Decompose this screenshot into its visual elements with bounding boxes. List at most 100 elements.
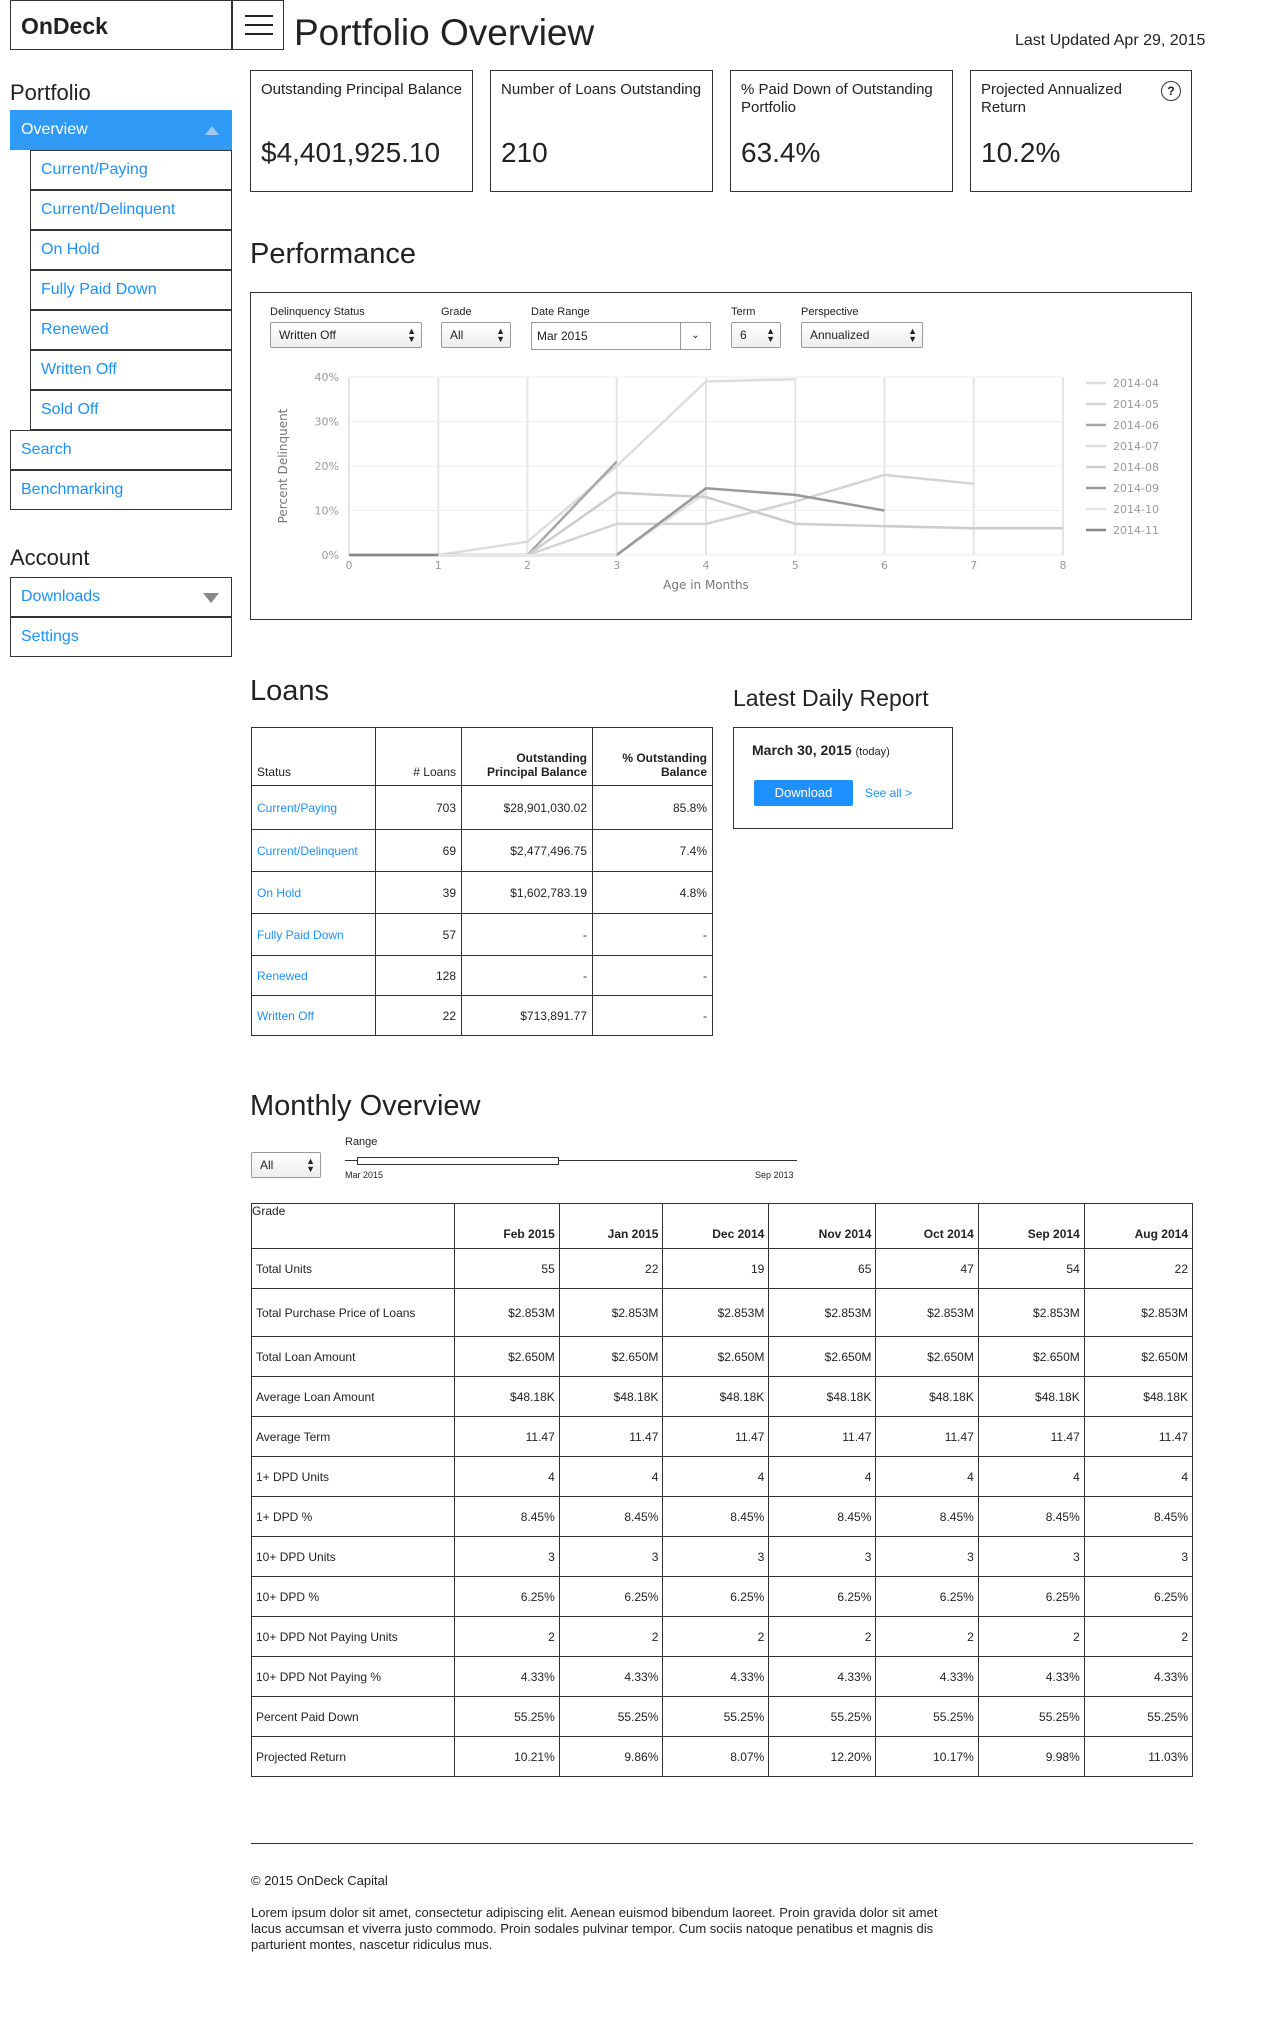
table-cell: 4 xyxy=(977,1456,1085,1497)
table-row: 10+ DPD Not Paying Units 2 2 2 2 2 2 2 xyxy=(251,1616,1194,1657)
sidebar-item-settings[interactable]: Settings xyxy=(10,617,232,657)
table-cell: $2.853M xyxy=(1083,1288,1194,1337)
row-label: Total Purchase Price of Loans xyxy=(251,1288,455,1337)
sidebar-item-renewed[interactable]: Renewed xyxy=(30,310,232,350)
select-value: All xyxy=(260,1158,274,1172)
loan-status-link[interactable]: Written Off xyxy=(251,995,376,1036)
select-value: Written Off xyxy=(279,328,336,342)
table-row: Percent Paid Down 55.25% 55.25% 55.25% 55.25… xyxy=(251,1696,1194,1737)
table-cell: 54 xyxy=(977,1248,1085,1289)
sidebar-item-current-delinquent[interactable]: Current/Delinquent xyxy=(30,190,232,230)
table-cell: $48.18K xyxy=(977,1376,1085,1417)
table-cell: 8.45% xyxy=(1083,1496,1194,1537)
table-cell: $2.853M xyxy=(454,1288,560,1337)
table-cell: 11.47 xyxy=(662,1416,770,1457)
download-button[interactable]: Download xyxy=(754,780,853,806)
table-cell: 19 xyxy=(662,1248,770,1289)
sidebar-item-current-paying[interactable]: Current/Paying xyxy=(30,150,232,190)
table-cell: 4 xyxy=(454,1456,560,1497)
date-range-input[interactable]: Mar 2015 ⌄ xyxy=(531,322,711,350)
loan-status-link[interactable]: Current/Delinquent xyxy=(251,829,376,872)
metric-value: 210 xyxy=(501,137,548,168)
collapse-up-icon[interactable] xyxy=(205,126,219,135)
table-cell: - xyxy=(461,913,593,956)
sidebar-item-overview[interactable]: Overview xyxy=(10,110,232,150)
table-cell: 3 xyxy=(662,1536,770,1577)
x-tick-label: 6 xyxy=(881,559,888,572)
table-cell: 9.98% xyxy=(977,1736,1085,1777)
x-tick-label: 4 xyxy=(703,559,710,572)
table-cell: 55 xyxy=(454,1248,560,1289)
expand-down-icon[interactable] xyxy=(203,593,219,603)
table-cell: 8.45% xyxy=(768,1496,877,1537)
sidebar-item-fully-paid-down[interactable]: Fully Paid Down xyxy=(30,270,232,310)
term-label: Term xyxy=(731,306,756,318)
month-column-header: Oct 2014 xyxy=(875,1203,979,1249)
table-cell: 6.25% xyxy=(662,1576,770,1617)
table-cell: $713,891.77 xyxy=(461,995,593,1036)
table-row: 10+ DPD Units 3 3 3 3 3 3 3 xyxy=(251,1536,1194,1577)
monthly-grade-select[interactable]: All ▲ ▼ xyxy=(251,1152,321,1178)
today-tag: (today) xyxy=(855,746,890,758)
report-date: March 30, 2015 (today) xyxy=(752,742,890,758)
metric-card-outstanding-principal: Outstanding Principal Balance $4,401,925… xyxy=(250,70,473,192)
logo[interactable]: OnDeck xyxy=(10,0,232,50)
table-cell: 39 xyxy=(375,871,462,914)
metric-label: Outstanding Principal Balance xyxy=(261,81,462,98)
table-cell: 3 xyxy=(1083,1536,1194,1577)
select-value: 6 xyxy=(740,328,747,342)
table-cell: 55.25% xyxy=(768,1696,877,1737)
x-tick-label: 8 xyxy=(1060,559,1067,572)
table-cell: 4.33% xyxy=(454,1656,560,1697)
loan-status-link[interactable]: Current/Paying xyxy=(251,785,376,830)
y-tick-label: 20% xyxy=(315,460,339,473)
x-tick-label: 2 xyxy=(524,559,531,572)
table-row: Total Units 55 22 19 65 47 54 22 xyxy=(251,1248,1194,1289)
chevron-down-icon[interactable]: ⌄ xyxy=(680,323,710,349)
table-cell: 55.25% xyxy=(454,1696,560,1737)
table-cell: 69 xyxy=(375,829,462,872)
row-label: 1+ DPD % xyxy=(251,1496,455,1537)
sidebar-item-downloads[interactable]: Downloads xyxy=(10,577,232,617)
sidebar-item-written-off[interactable]: Written Off xyxy=(30,350,232,390)
table-cell: 4.33% xyxy=(662,1656,770,1697)
sidebar-item-search[interactable]: Search xyxy=(10,430,232,470)
table-cell: 8.45% xyxy=(977,1496,1085,1537)
legend-entry: 2014-04 xyxy=(1113,377,1159,390)
x-tick-label: 0 xyxy=(346,559,353,572)
legend-entry: 2014-10 xyxy=(1113,503,1159,516)
help-icon[interactable]: ? xyxy=(1161,81,1181,101)
month-column-header: Dec 2014 xyxy=(662,1203,770,1249)
range-start: Mar 2015 xyxy=(345,1170,384,1180)
loan-status-link[interactable]: Renewed xyxy=(251,955,376,996)
table-row: 10+ DPD Not Paying % 4.33% 4.33% 4.33% 4.33%… xyxy=(251,1656,1194,1697)
series-line xyxy=(349,377,796,557)
sidebar-item-on-hold[interactable]: On Hold xyxy=(30,230,232,270)
hamburger-menu-icon[interactable] xyxy=(232,0,284,50)
table-cell: 7.4% xyxy=(592,829,713,872)
sidebar-item-benchmarking[interactable]: Benchmarking xyxy=(10,470,232,510)
table-cell: 4 xyxy=(875,1456,979,1497)
loan-status-link[interactable]: Fully Paid Down xyxy=(251,913,376,956)
sidebar-item-sold-off[interactable]: Sold Off xyxy=(30,390,232,430)
table-header-row: Status # Loans Outstanding Principal Bal… xyxy=(251,727,713,786)
metric-label: Number of Loans Outstanding xyxy=(501,81,702,98)
table-row: Fully Paid Down 57- - xyxy=(251,913,713,956)
range-slider-handle[interactable] xyxy=(357,1157,559,1165)
grade-select[interactable]: All ▲ ▼ xyxy=(441,322,511,348)
table-cell: 55.25% xyxy=(558,1696,664,1737)
table-row: 10+ DPD % 6.25% 6.25% 6.25% 6.25% 6.25% 6.25% 6… xyxy=(251,1576,1194,1617)
perspective-select[interactable]: Annualized ▲ ▼ xyxy=(801,322,923,348)
table-row: Written Off 22 $713,891.77- xyxy=(251,995,713,1036)
table-cell: $1,602,783.19 xyxy=(461,871,593,914)
x-tick-label: 5 xyxy=(792,559,799,572)
table-row: Renewed 128- - xyxy=(251,955,713,996)
see-all-link[interactable]: See all > xyxy=(865,786,912,800)
loan-status-link[interactable]: On Hold xyxy=(251,871,376,914)
delinquency-status-select[interactable]: Written Off ▲ ▼ xyxy=(270,322,422,348)
legend-entry: 2014-09 xyxy=(1113,482,1159,495)
month-column-header: Aug 2014 xyxy=(1083,1203,1194,1249)
performance-panel: Delinquency Status Written Off ▲ ▼ Grade … xyxy=(250,292,1192,620)
footer-copyright: © 2015 OnDeck Capital xyxy=(251,1873,388,1888)
term-select[interactable]: 6 ▲ ▼ xyxy=(731,322,781,348)
